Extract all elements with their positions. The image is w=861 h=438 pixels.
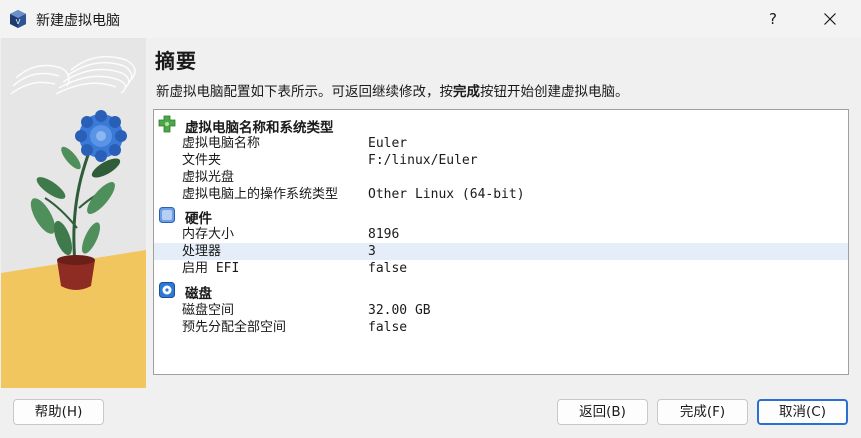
row-value: 3 <box>368 244 376 259</box>
row-key: 虚拟光盘 <box>182 170 235 185</box>
window-title: 新建虚拟电脑 <box>36 13 120 29</box>
svg-text:V: V <box>16 18 21 26</box>
tree-row[interactable]: 虚拟光盘 <box>154 169 848 186</box>
summary-tree[interactable]: 虚拟电脑名称和系统类型 虚拟电脑名称 Euler 文件夹 F:/linux/Eu… <box>153 109 849 375</box>
page-title: 摘要 <box>155 49 197 73</box>
description-finish-emphasis: 完成 <box>453 84 480 100</box>
tree-row[interactable]: 虚拟电脑名称 Euler <box>154 135 848 152</box>
summary-description: 新虚拟电脑配置如下表所示。可返回继续修改，按完成按钮开始创建虚拟电脑。 <box>156 80 629 100</box>
back-button[interactable]: 返回(B) <box>557 399 648 425</box>
tree-row[interactable]: 磁盘空间 32.00 GB <box>154 302 848 319</box>
wizard-illustration <box>1 38 146 388</box>
finish-button[interactable]: 完成(F) <box>657 399 748 425</box>
row-value: Other Linux (64-bit) <box>368 187 525 202</box>
row-key: 磁盘空间 <box>182 303 235 318</box>
tree-row[interactable]: 预先分配全部空间 false <box>154 319 848 336</box>
group-general-label: 虚拟电脑名称和系统类型 <box>185 120 334 136</box>
tree-row[interactable]: 文件夹 F:/linux/Euler <box>154 152 848 169</box>
row-key: 虚拟电脑上的操作系统类型 <box>182 187 339 202</box>
close-button[interactable] <box>808 0 852 38</box>
row-key: 内存大小 <box>182 227 235 242</box>
tree-row-selected[interactable]: 处理器 3 <box>154 243 848 260</box>
cancel-button[interactable]: 取消(C) <box>757 399 848 425</box>
tree-row[interactable]: 启用 EFI false <box>154 260 848 277</box>
tree-row[interactable]: 虚拟电脑上的操作系统类型 Other Linux (64-bit) <box>154 186 848 203</box>
row-value: false <box>368 261 408 276</box>
row-value: 8196 <box>368 227 400 242</box>
virtualbox-icon: V <box>10 10 26 28</box>
row-key: 处理器 <box>182 244 222 259</box>
disk-icon <box>159 282 175 298</box>
row-key: 预先分配全部空间 <box>182 320 287 335</box>
group-hardware[interactable]: 硬件 <box>154 204 848 227</box>
row-value: false <box>368 320 408 335</box>
row-key: 启用 EFI <box>182 261 240 276</box>
row-key: 文件夹 <box>182 153 222 168</box>
close-icon <box>824 13 836 25</box>
group-hardware-label: 硬件 <box>185 211 212 227</box>
row-value: F:/linux/Euler <box>368 153 478 168</box>
chip-icon <box>159 207 175 223</box>
row-value: 32.00 GB <box>368 303 431 318</box>
row-key: 虚拟电脑名称 <box>182 136 261 151</box>
description-prefix: 新虚拟电脑配置如下表所示。可返回继续修改，按 <box>156 84 453 100</box>
green-puzzle-icon <box>158 115 176 133</box>
title-bar: V 新建虚拟电脑 ? <box>0 0 861 38</box>
help-title-button[interactable]: ? <box>756 0 790 38</box>
tree-row[interactable]: 内存大小 8196 <box>154 226 848 243</box>
group-disk[interactable]: 磁盘 <box>154 279 848 302</box>
group-disk-label: 磁盘 <box>185 286 212 302</box>
description-suffix: 按钮开始创建虚拟电脑。 <box>480 84 629 100</box>
help-button[interactable]: 帮助(H) <box>13 399 104 425</box>
group-general[interactable]: 虚拟电脑名称和系统类型 <box>154 113 848 136</box>
row-value: Euler <box>368 136 408 151</box>
